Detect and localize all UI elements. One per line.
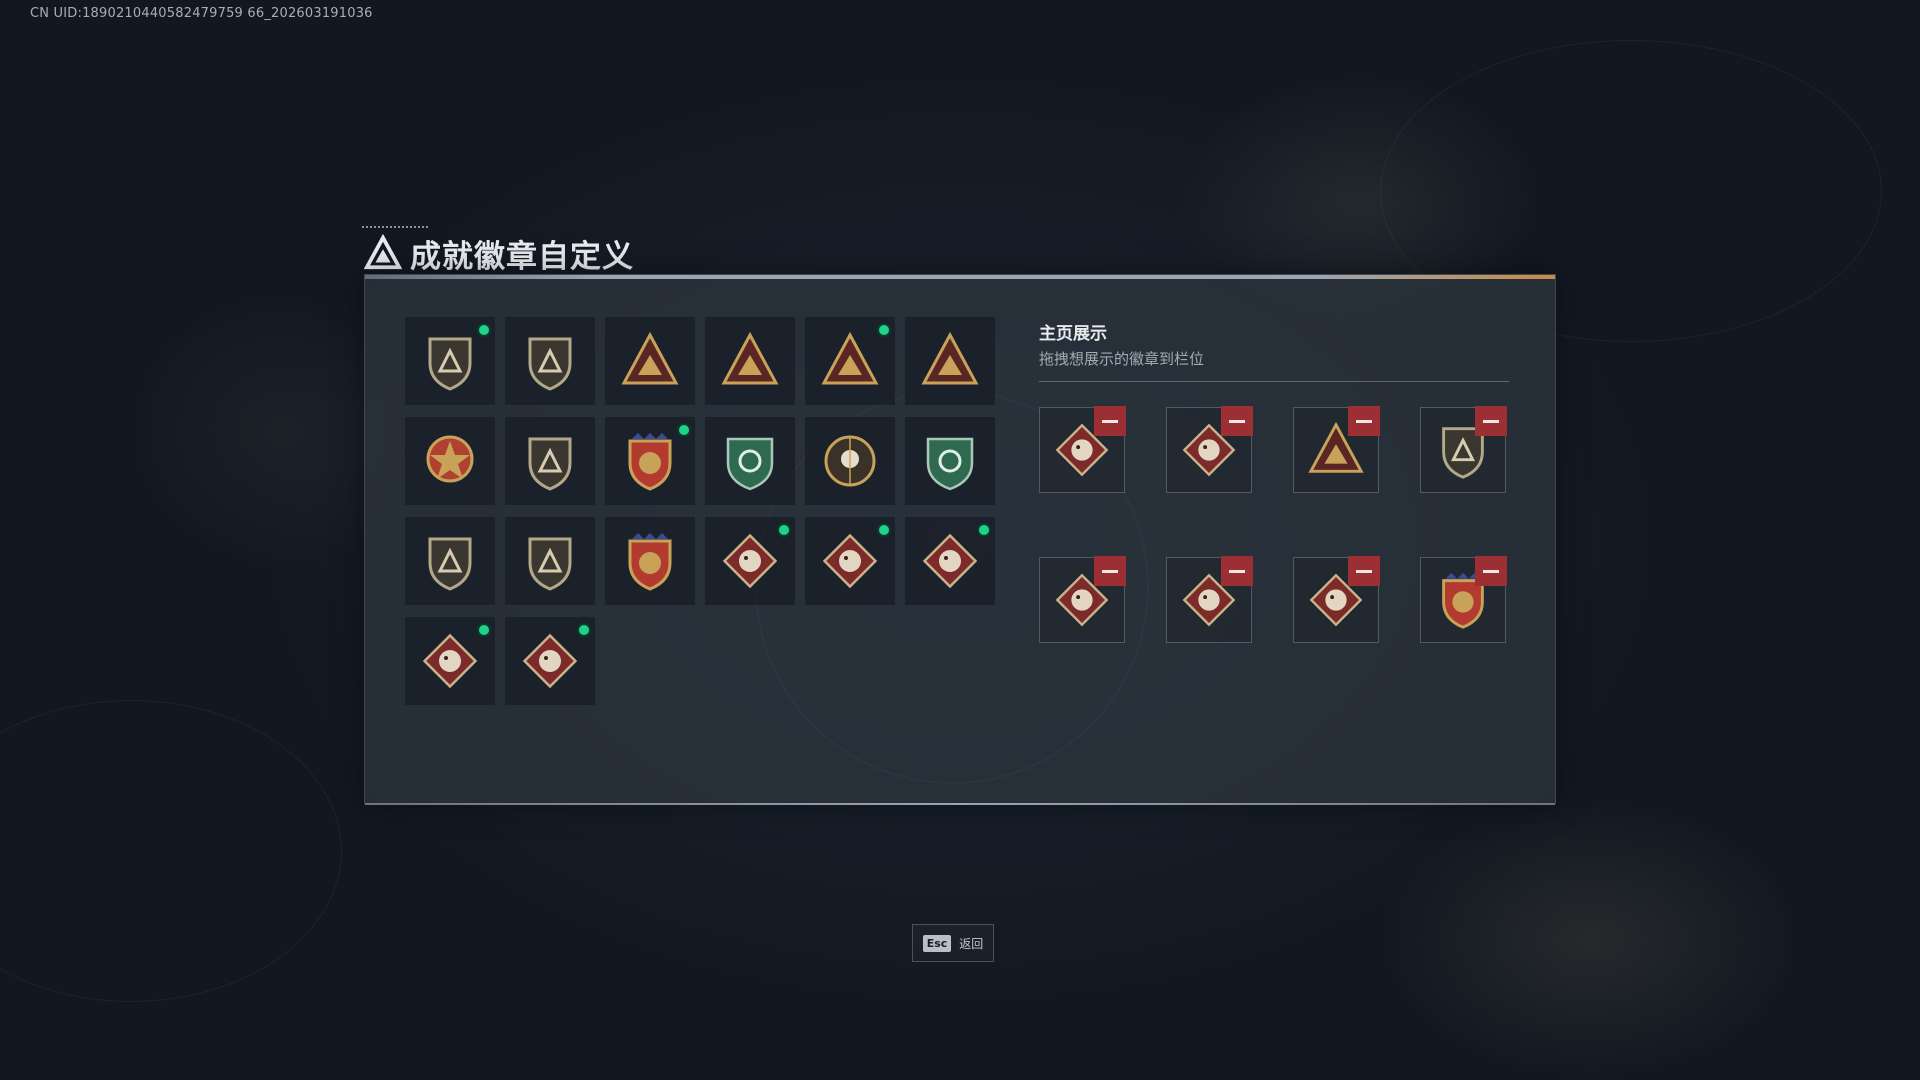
badge-cell[interactable] [405,517,495,605]
remove-badge-button[interactable] [1348,556,1380,586]
badge-customization-panel: 主页展示 拖拽想展示的徽章到栏位 [364,274,1556,805]
esc-key-hint: Esc [922,934,952,952]
panel-bottom-border [365,803,1555,805]
new-indicator-dot [977,523,991,537]
badge-cell[interactable] [805,317,895,405]
badge-cell[interactable] [505,417,595,505]
badge-cell[interactable] [705,417,795,505]
back-label: 返回 [959,936,984,951]
badge-cell[interactable] [405,317,495,405]
green-gem-shield-badge-icon [726,437,774,491]
anchor-crest-badge-icon [628,533,672,591]
badge-cell[interactable] [505,317,595,405]
badge-cell[interactable] [905,517,995,605]
badge-cell[interactable] [605,417,695,505]
remove-badge-button[interactable] [1094,556,1126,586]
triangle-emblem-icon [364,234,402,270]
new-indicator-dot [577,623,591,637]
badge-cell[interactable] [705,517,795,605]
medic-diamond-badge-icon [522,633,578,689]
boat-triangle-badge-icon [621,331,679,385]
helicopter-shield-badge-icon [528,337,572,391]
showcase-header: 主页展示 拖拽想展示的徽章到栏位 [1039,317,1509,382]
green-target-shield-badge-icon [926,437,974,491]
showcase-slot[interactable] [1039,556,1126,643]
rifle-shield-badge-icon [428,537,472,591]
star-medal-badge-icon [426,435,474,483]
remove-badge-button[interactable] [1221,556,1253,586]
new-indicator-dot [677,423,691,437]
badge-collection-grid [405,317,995,705]
new-indicator-dot [877,523,891,537]
showcase-slot[interactable] [1293,406,1380,493]
showcase-slot[interactable] [1420,556,1507,643]
showcase-subtitle: 拖拽想展示的徽章到栏位 [1039,350,1205,368]
new-indicator-dot [477,623,491,637]
showcase-slot[interactable] [1039,406,1126,493]
dragon-diamond-badge-icon [822,533,878,589]
badge-cell[interactable] [905,417,995,505]
showcase-slots [1039,406,1507,643]
map-contour [0,700,342,1002]
badge-cell[interactable] [505,517,595,605]
badge-cell[interactable] [405,617,495,705]
minus-icon [1102,419,1118,423]
skull-crosshair-badge-icon [824,435,876,487]
showcase-slot[interactable] [1166,406,1253,493]
badge-cell[interactable] [805,517,895,605]
remove-badge-button[interactable] [1348,406,1380,436]
window-title-bar: 成就徽章自定义 [364,228,634,278]
minus-icon [1356,569,1372,573]
soldiers-triangle-badge-icon [921,331,979,385]
runner-diamond-badge-icon [922,533,978,589]
rifle-shield-badge-icon [528,537,572,591]
uid-label: CN UID:1890210440582479759⁠ 66_202603191… [30,6,373,21]
badge-cell[interactable] [905,317,995,405]
remove-badge-button[interactable] [1094,406,1126,436]
horse-diamond-badge-icon [422,633,478,689]
minus-icon [1483,569,1499,573]
page-title: 成就徽章自定义 [410,238,634,275]
shield-triangle-badge-icon [428,337,472,391]
badge-cell[interactable] [405,417,495,505]
badge-cell[interactable] [605,517,695,605]
remove-badge-button[interactable] [1475,556,1507,586]
new-indicator-dot [777,523,791,537]
eagle-shield-badge-icon [528,437,572,491]
showcase-title: 主页展示 [1039,324,1107,344]
showcase-slot[interactable] [1293,556,1380,643]
badge-cell[interactable] [605,317,695,405]
minus-icon [1356,419,1372,423]
badge-cell[interactable] [805,417,895,505]
remove-badge-button[interactable] [1475,406,1507,436]
badge-cell[interactable] [505,617,595,705]
minus-icon [1102,569,1118,573]
laurel-triangle-badge-icon [821,331,879,385]
panel-top-border [365,275,1555,279]
minus-icon [1229,569,1245,573]
badge-cell[interactable] [705,317,795,405]
minus-icon [1483,419,1499,423]
new-indicator-dot [877,323,891,337]
crest-stars-badge-icon [628,433,672,491]
showcase-divider [1039,381,1509,382]
new-indicator-dot [477,323,491,337]
showcase-slot[interactable] [1166,556,1253,643]
minus-icon [1229,419,1245,423]
showcase-slot[interactable] [1420,406,1507,493]
back-button[interactable]: Esc 返回 [912,924,994,962]
number-one-triangle-badge-icon [721,331,779,385]
wolf-diamond-badge-icon [722,533,778,589]
remove-badge-button[interactable] [1221,406,1253,436]
